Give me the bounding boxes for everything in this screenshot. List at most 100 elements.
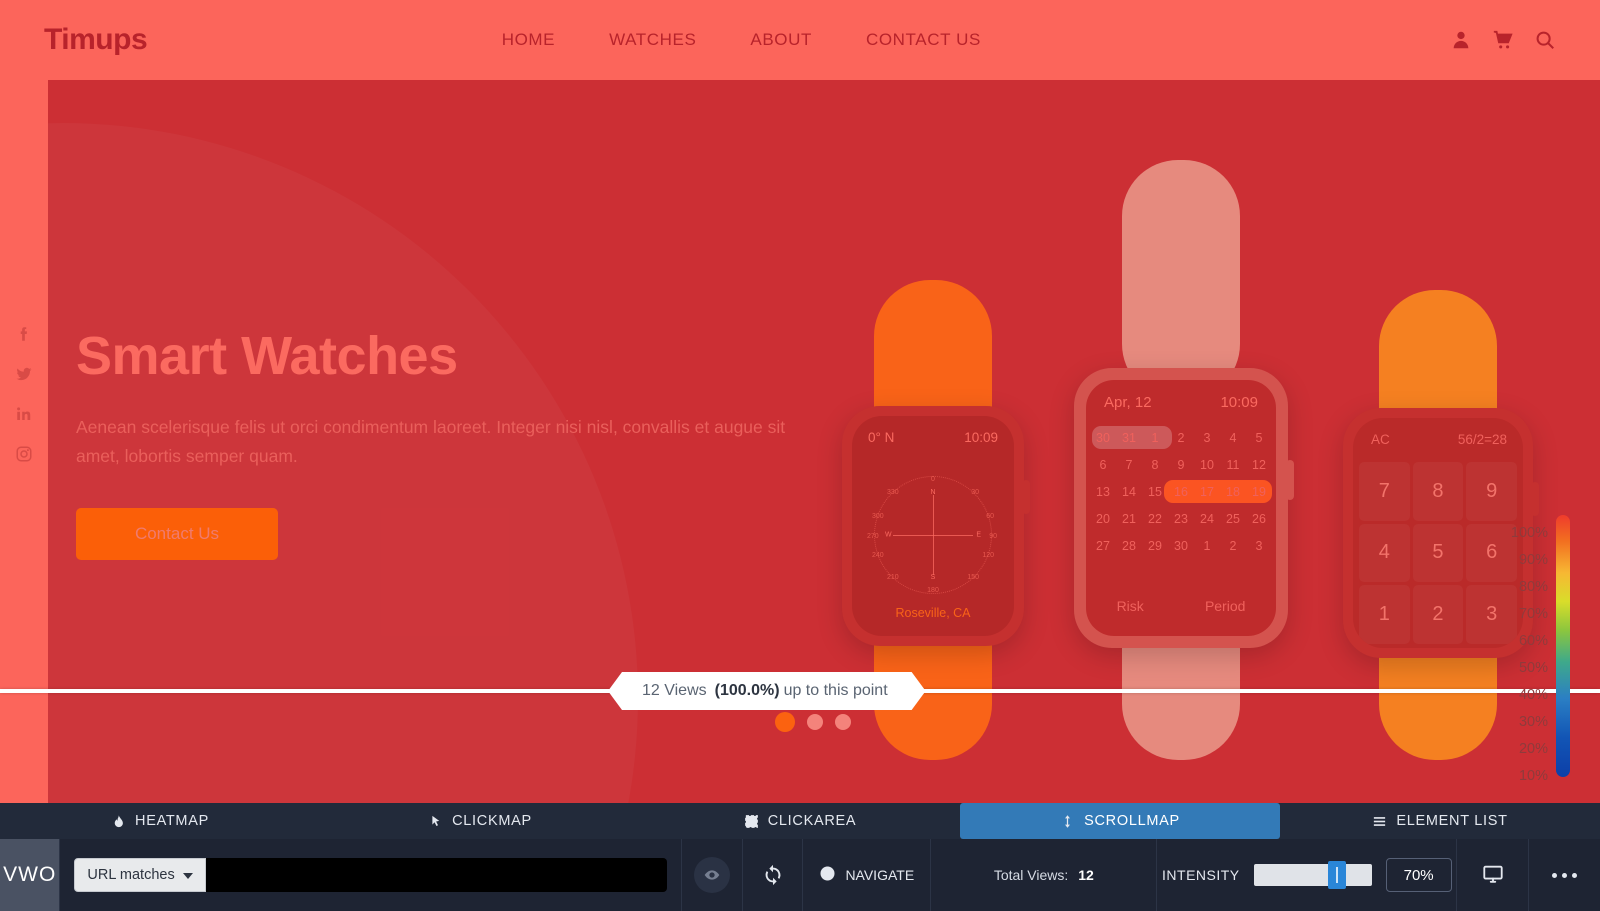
cart-icon[interactable]: [1492, 29, 1514, 51]
refresh-button[interactable]: [743, 839, 804, 911]
calculator-key[interactable]: 1: [1359, 585, 1410, 644]
calculator-clear-label[interactable]: AC: [1371, 432, 1390, 447]
intensity-slider-thumb[interactable]: [1327, 861, 1346, 889]
intensity-slider[interactable]: [1253, 861, 1372, 889]
tab-scrollmap[interactable]: SCROLLMAP: [960, 803, 1280, 839]
calendar-day: 24: [1200, 511, 1214, 526]
chevron-down-icon: [182, 867, 193, 883]
calendar-day: 13: [1096, 484, 1110, 499]
compass-degree: 60: [986, 512, 994, 520]
watch-screen-calendar: Apr, 12 10:09 30 31 1 2 3 4 5 6 7 8 9 10…: [1086, 380, 1276, 636]
url-match-mode-dropdown[interactable]: URL matches: [74, 858, 206, 892]
calculator-key[interactable]: 9: [1466, 462, 1517, 521]
calendar-week-row: 13 14 15 16 17 18 19: [1086, 478, 1276, 505]
calculator-key[interactable]: 5: [1412, 523, 1464, 583]
dashed-square-icon: [744, 814, 759, 829]
header-icon-group: [1450, 29, 1556, 51]
watch-case: Apr, 12 10:09 30 31 1 2 3 4 5 6 7 8 9 10…: [1074, 368, 1294, 648]
calculator-key[interactable]: 2: [1412, 585, 1464, 644]
compass-cardinal-w: W: [885, 531, 892, 539]
vwo-toolbar: HEATMAP CLICKMAP CLICKAREA SCROLLMAP ELE…: [0, 803, 1600, 911]
calculator-key[interactable]: 3: [1466, 585, 1517, 644]
calendar-day: 18: [1226, 484, 1240, 499]
calendar-day: 30: [1096, 430, 1110, 445]
calendar-day: 10: [1200, 457, 1214, 472]
tab-element-list[interactable]: ELEMENT LIST: [1280, 803, 1600, 839]
tab-label: SCROLLMAP: [1084, 813, 1180, 829]
calendar-day: 2: [1177, 430, 1185, 445]
calendar-day: 15: [1148, 484, 1162, 499]
nav-item-watches[interactable]: WATCHES: [609, 30, 696, 50]
calendar-date: Apr, 12: [1104, 394, 1152, 411]
twitter-icon[interactable]: [15, 365, 33, 383]
nav-item-contact-us[interactable]: CONTACT US: [866, 30, 981, 50]
refresh-icon: [762, 864, 784, 886]
compass-bearing: 0° N: [868, 430, 895, 445]
device-view-button[interactable]: [1457, 839, 1529, 911]
calendar-day: 6: [1099, 457, 1107, 472]
watch-case: 0° N 10:09 N S W E 0 30 60 90 120 150 18…: [842, 406, 1030, 646]
more-options-button[interactable]: [1529, 839, 1600, 911]
linkedin-icon[interactable]: [15, 405, 33, 423]
tab-label: CLICKMAP: [452, 813, 532, 829]
brand-logo[interactable]: Timups: [44, 23, 148, 57]
calendar-day: 21: [1122, 511, 1136, 526]
desktop-icon: [1482, 863, 1504, 888]
calendar-day: 5: [1255, 430, 1263, 445]
calculator-key[interactable]: 6: [1466, 523, 1517, 583]
calendar-day: 30: [1174, 538, 1188, 553]
watch-case: AC 56/2=28 7 8 9 4 5 6 1 2 3: [1343, 408, 1539, 658]
cursor-click-icon: [428, 814, 443, 829]
calendar-day: 29: [1148, 538, 1162, 553]
facebook-icon[interactable]: [15, 325, 33, 343]
updown-arrow-icon: [1060, 814, 1075, 829]
toggle-visibility-button[interactable]: [682, 839, 743, 911]
nav-item-home[interactable]: HOME: [502, 30, 555, 50]
url-filter-group: URL matches: [60, 839, 683, 911]
watch-compass: 0° N 10:09 N S W E 0 30 60 90 120 150 18…: [818, 280, 1048, 760]
calendar-day: 26: [1252, 511, 1266, 526]
calendar-day: 16: [1174, 484, 1188, 499]
intensity-value[interactable]: 70%: [1385, 858, 1452, 892]
nav-item-about[interactable]: ABOUT: [750, 30, 812, 50]
url-input[interactable]: [205, 858, 668, 892]
compass-degree: 210: [887, 573, 899, 581]
calculator-keypad: 7 8 9 4 5 6 1 2 3: [1359, 462, 1517, 644]
watch-calendar: Apr, 12 10:09 30 31 1 2 3 4 5 6 7 8 9 10…: [1058, 160, 1304, 760]
total-views-display: Total Views: 12: [931, 839, 1158, 911]
social-sidebar: [0, 325, 48, 463]
search-icon[interactable]: [1534, 29, 1556, 51]
website-canvas: Timups HOME WATCHES ABOUT CONTACT US Sma…: [0, 0, 1600, 803]
compass-degree: 330: [887, 488, 899, 496]
calendar-button-risk[interactable]: Risk: [1117, 598, 1144, 614]
tab-clickarea[interactable]: CLICKAREA: [640, 803, 960, 839]
vwo-logo[interactable]: VWO: [0, 839, 61, 911]
compass-dial: N S W E 0 30 60 90 120 150 180 210 240 2…: [867, 475, 997, 594]
tab-heatmap[interactable]: HEATMAP: [0, 803, 320, 839]
navigate-label: NAVIGATE: [845, 867, 915, 883]
calendar-day: 11: [1226, 457, 1240, 472]
calendar-button-period[interactable]: Period: [1205, 598, 1245, 614]
calendar-week-row: 6 7 8 9 10 11 12: [1086, 451, 1276, 478]
contact-us-button[interactable]: Contact Us: [76, 508, 278, 561]
compass-cardinal-e: E: [976, 531, 981, 539]
total-views-value: 12: [1078, 867, 1094, 883]
watch-calculator: AC 56/2=28 7 8 9 4 5 6 1 2 3: [1318, 290, 1558, 760]
watch-crown: [1286, 460, 1294, 500]
vwo-controls-row: VWO URL matches NAVIGATE Total Views: 12…: [0, 839, 1600, 911]
hero-subtitle: Aenean scelerisque felis ut orci condime…: [76, 416, 786, 466]
instagram-icon[interactable]: [15, 445, 33, 463]
calendar-day: 12: [1252, 457, 1266, 472]
calendar-day: 14: [1122, 484, 1136, 499]
compass-degree: 300: [872, 512, 884, 520]
ellipsis-icon: [1551, 872, 1577, 878]
calculator-key[interactable]: 8: [1412, 462, 1464, 521]
watch-crown: [1022, 480, 1030, 514]
navigate-button[interactable]: NAVIGATE: [803, 839, 932, 911]
calendar-time: 10:09: [1220, 394, 1258, 411]
user-icon[interactable]: [1450, 29, 1472, 51]
flame-icon: [111, 814, 126, 829]
tab-clickmap[interactable]: CLICKMAP: [320, 803, 640, 839]
calculator-key[interactable]: 7: [1359, 462, 1410, 521]
calculator-key[interactable]: 4: [1359, 523, 1410, 583]
